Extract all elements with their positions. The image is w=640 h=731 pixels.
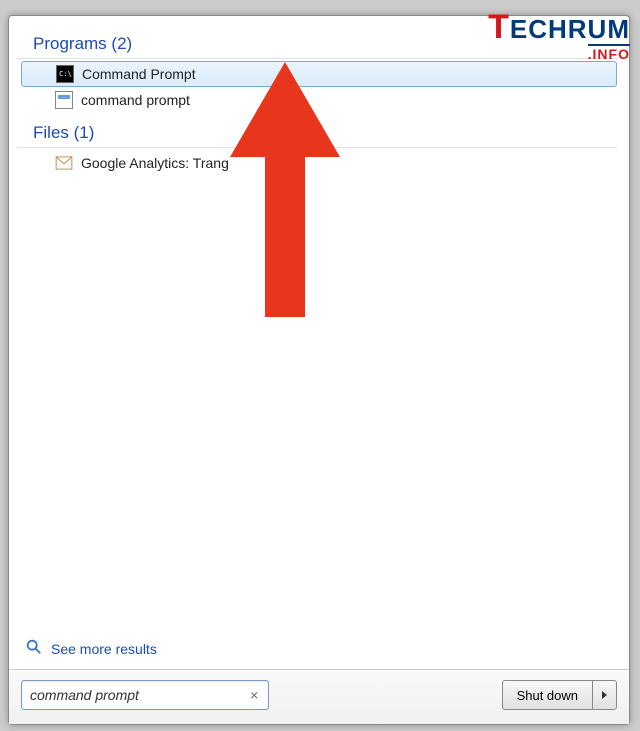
search-input[interactable] (30, 687, 246, 703)
section-header-programs: Programs (2) (17, 28, 617, 59)
terminal-icon: C:\ (56, 65, 74, 83)
section-header-files: Files (1) (17, 117, 617, 148)
shutdown-options-button[interactable] (593, 680, 617, 710)
search-results: Programs (2) C:\ Command Prompt command … (9, 16, 629, 628)
shutdown-label: Shut down (517, 688, 578, 703)
start-menu-search-panel: Programs (2) C:\ Command Prompt command … (8, 15, 630, 725)
result-command-prompt-doc[interactable]: command prompt (21, 87, 617, 113)
result-google-analytics[interactable]: Google Analytics: Trang (21, 150, 617, 176)
result-command-prompt[interactable]: C:\ Command Prompt (21, 61, 617, 87)
result-label: Command Prompt (82, 66, 196, 82)
result-label: Google Analytics: Trang (81, 155, 229, 171)
bottom-bar: × Shut down (9, 669, 629, 724)
shutdown-group: Shut down (502, 680, 617, 710)
see-more-label: See more results (51, 641, 157, 657)
see-more-results[interactable]: See more results (9, 628, 629, 669)
result-label: command prompt (81, 92, 190, 108)
document-icon (55, 91, 73, 109)
search-icon (25, 638, 43, 659)
shutdown-button[interactable]: Shut down (502, 680, 593, 710)
mail-icon (55, 154, 73, 172)
search-box[interactable]: × (21, 680, 269, 710)
clear-search-icon[interactable]: × (246, 687, 262, 703)
